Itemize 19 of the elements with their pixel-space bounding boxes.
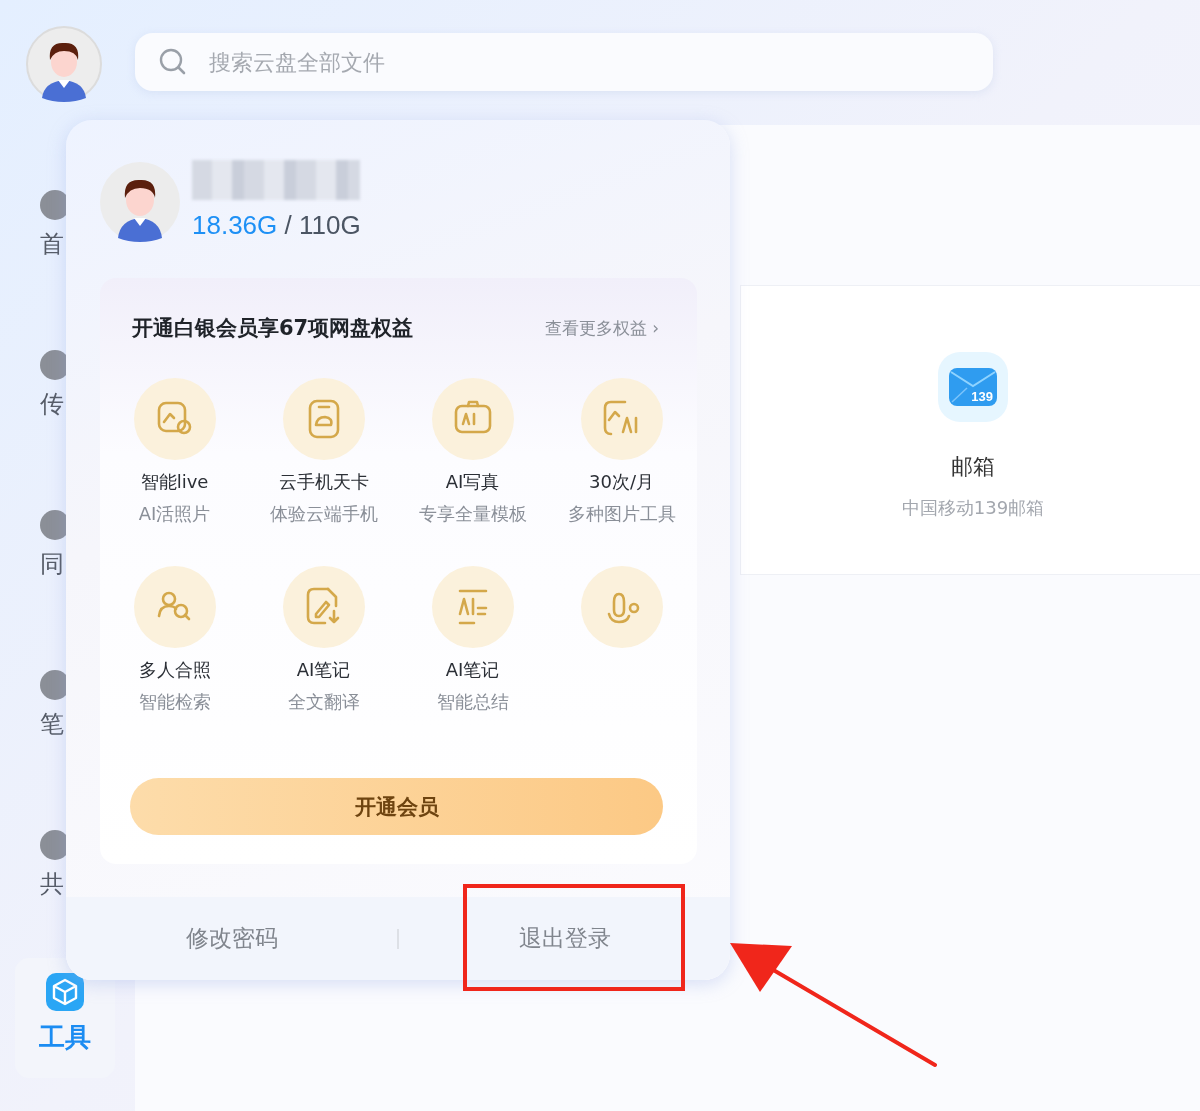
storage-usage: 18.36G / 110G	[192, 210, 361, 241]
benefit-title: 30次/月	[589, 470, 654, 494]
mail-icon: 139	[949, 368, 997, 406]
tool-subtitle: 中国移动139邮箱	[901, 496, 1045, 520]
benefit-subtitle: 体验云端手机	[269, 502, 378, 526]
membership-title: 开通白银会员享67项网盘权益	[132, 315, 414, 342]
benefit-subtitle: 专享全量模板	[418, 502, 527, 526]
benefit-title: AI写真	[445, 470, 500, 494]
benefit-title: 智能live	[140, 470, 209, 494]
benefit-title: AI笔记	[445, 658, 500, 682]
benefit-subtitle: 全文翻译	[287, 690, 360, 714]
benefit-subtitle: 多种图片工具	[567, 502, 676, 526]
benefit-subtitle: 智能检索	[138, 690, 211, 714]
benefit-title: 多人合照	[138, 658, 211, 682]
benefit-title: 云手机天卡	[278, 470, 369, 494]
benefit-title: AI笔记	[296, 658, 351, 682]
benefit-subtitle: AI活照片	[138, 502, 211, 526]
tool-title: 邮箱	[951, 453, 995, 481]
benefit-subtitle: 智能总结	[436, 690, 509, 714]
